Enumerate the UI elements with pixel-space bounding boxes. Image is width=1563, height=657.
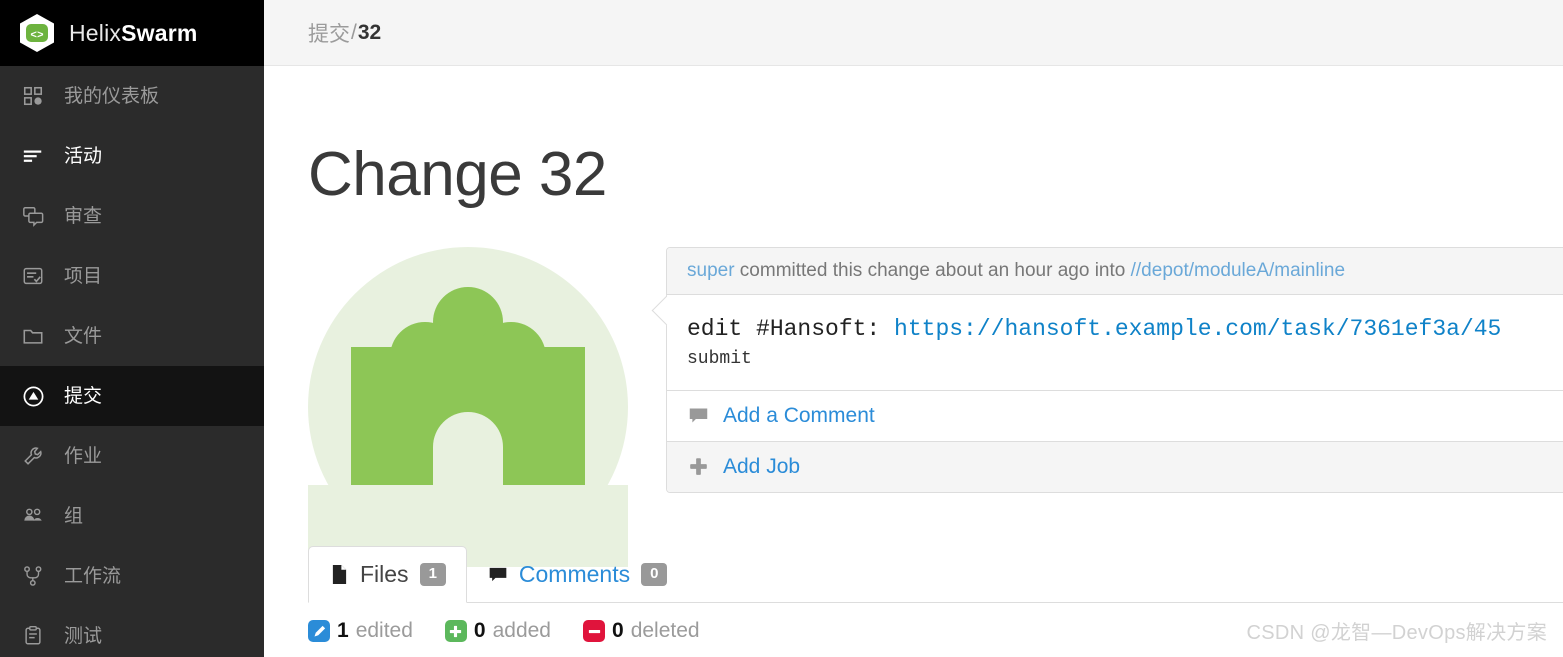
files-folder-icon: [20, 323, 46, 349]
jobs-wrench-icon: [20, 443, 46, 469]
add-job-row[interactable]: Add Job: [667, 440, 1563, 492]
sidebar-item-label: 活动: [64, 145, 103, 167]
sidebar-item-label: 提交: [64, 385, 103, 407]
stat-edited: 1 edited: [308, 619, 413, 643]
file-icon: [329, 564, 349, 586]
activity-lines-icon: [20, 143, 46, 169]
tab-files-count: 1: [419, 563, 446, 586]
stat-added-label: added: [492, 619, 551, 642]
breadcrumb-root[interactable]: 提交: [308, 18, 350, 48]
stat-deleted: 0 deleted: [583, 619, 700, 643]
sidebar-item-groups[interactable]: 组: [0, 486, 264, 546]
watermark: CSDN @龙智—DevOps解决方案: [1246, 622, 1547, 644]
add-comment-row[interactable]: Add a Comment: [667, 389, 1563, 441]
tab-list: Files 1 Comments 0: [308, 545, 1563, 603]
sidebar-item-workflows[interactable]: 工作流: [0, 546, 264, 606]
avatar: [308, 247, 628, 568]
commit-message-line-2: submit: [687, 348, 752, 369]
svg-text:<>: <>: [30, 30, 44, 42]
tests-clipboard-icon: [20, 623, 46, 649]
sidebar: <> HelixSwarm 我的仪表板 活动 审查 项目 文件 提交 作业 组 …: [0, 0, 264, 657]
depot-path-link[interactable]: //depot/moduleA/mainline: [1131, 260, 1345, 281]
tab-files-label: Files: [360, 561, 409, 587]
pencil-icon: [308, 620, 330, 642]
stat-added: 0 added: [444, 619, 551, 643]
sidebar-item-files[interactable]: 文件: [0, 306, 264, 366]
sidebar-item-changes[interactable]: 提交: [0, 366, 264, 426]
commit-column: super committed this change about an hou…: [666, 247, 1563, 493]
commit-message: edit #Hansoft: https://hansoft.example.c…: [667, 295, 1563, 390]
breadcrumb: 提交 / 32: [264, 0, 1563, 66]
sidebar-item-label: 作业: [64, 445, 103, 467]
beehive-avatar-icon: [308, 247, 628, 568]
helix-hexagon-code-icon: <>: [18, 13, 56, 53]
brand-title-bold: Swarm: [121, 19, 198, 46]
stat-deleted-label: deleted: [630, 619, 700, 642]
sidebar-item-label: 审查: [64, 205, 103, 227]
breadcrumb-current: 32: [357, 20, 382, 44]
app-root: <> HelixSwarm 我的仪表板 活动 审查 项目 文件 提交 作业 组 …: [0, 0, 1563, 657]
sidebar-item-label: 测试: [64, 625, 103, 647]
groups-people-icon: [20, 503, 46, 529]
sidebar-item-tests[interactable]: 测试: [0, 606, 264, 657]
sidebar-item-activity[interactable]: 活动: [0, 126, 264, 186]
sidebar-item-label: 文件: [64, 325, 103, 347]
commit-panel: super committed this change about an hou…: [666, 247, 1563, 493]
comment-bubble-icon: [488, 564, 508, 586]
sidebar-item-dashboard[interactable]: 我的仪表板: [0, 66, 264, 126]
commit-header-text: committed this change about an hour ago …: [734, 260, 1131, 282]
tab-comments-count: 0: [641, 563, 668, 586]
projects-list-check-icon: [20, 263, 46, 289]
sidebar-item-label: 工作流: [64, 565, 122, 587]
dashboard-grid-icon: [20, 83, 46, 109]
brand-title: HelixSwarm: [69, 20, 198, 47]
changes-circle-arrow-icon: [20, 383, 46, 409]
tab-files[interactable]: Files 1: [308, 546, 467, 603]
commit-header: super committed this change about an hou…: [667, 248, 1563, 296]
commit-message-prefix: edit #Hansoft:: [687, 316, 895, 343]
reviews-chat-icon: [20, 203, 46, 229]
sidebar-item-label: 项目: [64, 265, 103, 287]
tab-comments-label: Comments: [518, 561, 631, 587]
add-comment-label: Add a Comment: [723, 403, 875, 427]
plus-icon: [444, 620, 467, 642]
tab-comments[interactable]: Comments 0: [467, 546, 689, 603]
commit-author-link[interactable]: super: [687, 260, 735, 281]
sidebar-item-reviews[interactable]: 审查: [0, 186, 264, 246]
sidebar-item-label: 我的仪表板: [64, 85, 160, 107]
commit-message-line-1: edit #Hansoft: https://hansoft.example.c…: [687, 315, 1563, 344]
hansoft-task-link[interactable]: https://hansoft.example.com/task/7361ef3…: [894, 316, 1501, 342]
sidebar-item-projects[interactable]: 项目: [0, 246, 264, 306]
minus-icon: [583, 620, 605, 642]
breadcrumb-separator: /: [351, 20, 357, 44]
stat-added-count: 0: [473, 619, 486, 642]
workflow-branch-icon: [20, 563, 46, 589]
sidebar-item-label: 组: [64, 505, 84, 527]
add-job-label: Add Job: [723, 454, 801, 478]
stat-deleted-count: 0: [612, 619, 624, 642]
sidebar-nav: 我的仪表板 活动 审查 项目 文件 提交 作业 组 工作流 测试: [0, 66, 264, 657]
page-title: Change 32: [308, 139, 607, 209]
comment-bubble-icon: [687, 405, 709, 427]
change-summary-row: super committed this change about an hou…: [264, 247, 1563, 568]
main-content: 提交 / 32 Change 32 super committed this c…: [264, 0, 1563, 657]
plus-icon: [687, 456, 709, 478]
sidebar-item-jobs[interactable]: 作业: [0, 426, 264, 486]
brand-header[interactable]: <> HelixSwarm: [0, 0, 264, 66]
stat-edited-count: 1: [337, 619, 349, 642]
brand-title-light: Helix: [69, 19, 122, 46]
stat-edited-label: edited: [355, 619, 413, 642]
